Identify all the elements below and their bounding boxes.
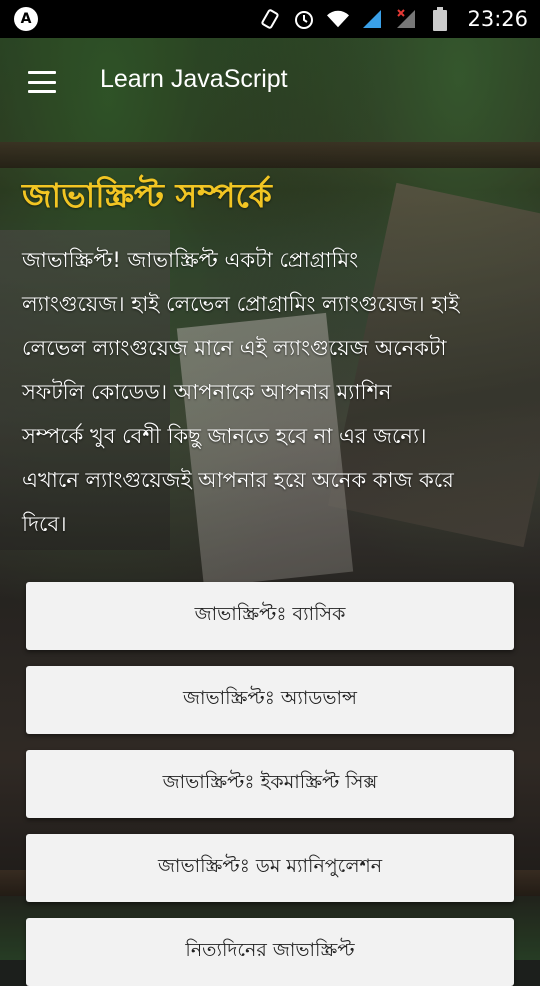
dom-manipulation-button[interactable]: জাভাস্ক্রিপ্টঃ ডম ম্যানিপুলেশন [26,834,514,902]
status-icons: 23:26 [259,0,528,38]
page-heading: জাভাস্ক্রিপ্ট সম্পর্কে [22,176,272,215]
intro-line: দিবে। [22,512,67,536]
main-content: জাভাস্ক্রিপ্ট সম্পর্কে জাভাস্ক্রিপ্ট! জা… [0,126,540,986]
everyday-javascript-button[interactable]: নিত্যদিনের জাভাস্ক্রিপ্ট [26,918,514,986]
advanced-button[interactable]: জাভাস্ক্রিপ্টঃ অ্যাডভান্স [26,666,514,734]
alarm-icon [293,8,315,30]
status-bar: A 23:26 [0,0,540,38]
intro-paragraph: জাভাস্ক্রিপ্ট! জাভাস্ক্রিপ্ট একটা প্রোগ্… [22,238,522,546]
hamburger-menu-icon[interactable] [28,71,56,93]
intro-line: লেভেল ল্যাংগুয়েজ মানে এই ল্যাংগুয়েজ অন… [22,336,447,360]
app-bar: Learn JavaScript [0,38,540,126]
es6-button[interactable]: জাভাস্ক্রিপ্টঃ ইকমাস্ক্রিপ্ট সিক্স [26,750,514,818]
intro-line: ল্যাংগুয়েজ। হাই লেভেল প্রোগ্রামিং ল্যাং… [22,292,460,316]
battery-icon [429,7,451,31]
intro-line: জাভাস্ক্রিপ্ট! জাভাস্ক্রিপ্ট একটা প্রোগ্… [22,248,359,272]
rotate-icon [259,8,281,30]
wifi-icon [327,8,350,30]
signal-icon [361,8,383,30]
status-time: 23:26 [467,7,528,31]
intro-line: সফটলি কোডেড। আপনাকে আপনার ম্যাশিন [22,380,392,404]
notification-a-icon: A [14,7,38,31]
basic-button[interactable]: জাভাস্ক্রিপ্টঃ ব্যাসিক [26,582,514,650]
intro-line: এখানে ল্যাংগুয়েজই আপনার হয়ে অনেক কাজ ক… [22,468,454,492]
signal-x-icon [395,8,417,30]
intro-line: সম্পর্কে খুব বেশী কিছু জানতে হবে না এর জ… [22,424,427,448]
app-title: Learn JavaScript [100,65,288,93]
